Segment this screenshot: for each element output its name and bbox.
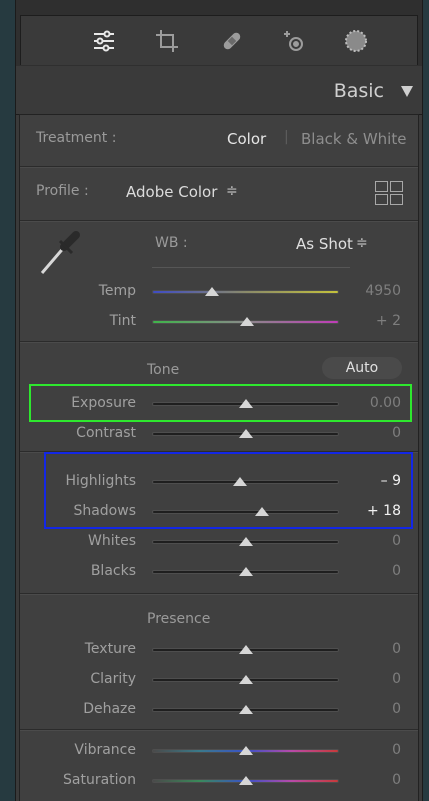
- temp-slider-track[interactable]: [152, 290, 339, 294]
- blacks-value[interactable]: 0: [341, 563, 401, 579]
- treatment-label: Treatment :: [36, 130, 117, 146]
- tool-strip: [16, 0, 422, 67]
- section-title: Basic: [333, 80, 384, 102]
- collapse-triangle-icon[interactable]: [401, 86, 413, 97]
- highlights-shadows-highlight-box: [44, 452, 413, 529]
- temp-value[interactable]: 4950: [341, 283, 401, 299]
- crop-icon[interactable]: [152, 26, 182, 56]
- dehaze-label: Dehaze: [83, 701, 136, 717]
- blacks-slider-thumb[interactable]: [238, 567, 253, 576]
- temp-label: Temp: [98, 283, 136, 299]
- edit-sliders-icon[interactable]: [89, 26, 119, 56]
- tint-slider-thumb[interactable]: [240, 317, 255, 326]
- tint-label: Tint: [109, 313, 136, 329]
- temp-slider-thumb[interactable]: [204, 287, 219, 296]
- healing-bandage-icon[interactable]: [217, 26, 247, 56]
- texture-value[interactable]: 0: [341, 641, 401, 657]
- wb-dropdown[interactable]: As Shot: [296, 235, 353, 253]
- treatment-divider: |: [284, 129, 289, 145]
- masking-circle-icon[interactable]: [341, 26, 371, 56]
- redeye-icon[interactable]: [280, 26, 310, 56]
- saturation-value[interactable]: 0: [341, 772, 401, 788]
- tint-value[interactable]: + 2: [341, 313, 401, 329]
- profile-label: Profile :: [36, 183, 89, 199]
- basic-section-header[interactable]: Basic: [16, 66, 422, 115]
- wb-dropdown-arrows-icon[interactable]: ≑: [356, 235, 368, 251]
- dehaze-slider-thumb[interactable]: [238, 705, 253, 714]
- vibrance-label: Vibrance: [74, 742, 136, 758]
- saturation-label: Saturation: [63, 772, 136, 788]
- wb-eyedropper-icon[interactable]: [36, 227, 86, 277]
- tool-strip-inner: [20, 15, 418, 65]
- wb-underline: [152, 267, 350, 268]
- divider: [20, 729, 418, 731]
- profile-dropdown-arrows-icon[interactable]: ≑: [226, 183, 238, 199]
- whites-label: Whites: [87, 533, 136, 549]
- treatment-color-option[interactable]: Color: [227, 130, 266, 148]
- whites-slider-thumb[interactable]: [238, 537, 253, 546]
- contrast-slider-thumb[interactable]: [238, 429, 253, 438]
- presence-label: Presence: [147, 611, 211, 627]
- tone-label: Tone: [147, 362, 180, 378]
- wb-label: WB :: [155, 235, 188, 251]
- divider: [20, 166, 418, 168]
- divider: [20, 593, 418, 595]
- exposure-highlight-box: [29, 384, 412, 422]
- treatment-bw-option[interactable]: Black & White: [301, 130, 406, 148]
- divider: [20, 341, 418, 343]
- divider: [20, 220, 418, 222]
- vibrance-value[interactable]: 0: [341, 742, 401, 758]
- contrast-label: Contrast: [76, 425, 136, 441]
- saturation-slider-thumb[interactable]: [238, 776, 253, 785]
- profile-dropdown[interactable]: Adobe Color: [126, 183, 217, 201]
- clarity-label: Clarity: [90, 671, 136, 687]
- vibrance-slider-thumb[interactable]: [238, 746, 253, 755]
- tone-auto-button[interactable]: Auto: [322, 357, 402, 379]
- clarity-slider-thumb[interactable]: [238, 675, 253, 684]
- dehaze-value[interactable]: 0: [341, 701, 401, 717]
- texture-slider-thumb[interactable]: [238, 645, 253, 654]
- texture-label: Texture: [84, 641, 136, 657]
- profile-browser-grid-icon[interactable]: [375, 181, 403, 205]
- clarity-value[interactable]: 0: [341, 671, 401, 687]
- whites-value[interactable]: 0: [341, 533, 401, 549]
- blacks-label: Blacks: [90, 563, 136, 579]
- contrast-value[interactable]: 0: [341, 425, 401, 441]
